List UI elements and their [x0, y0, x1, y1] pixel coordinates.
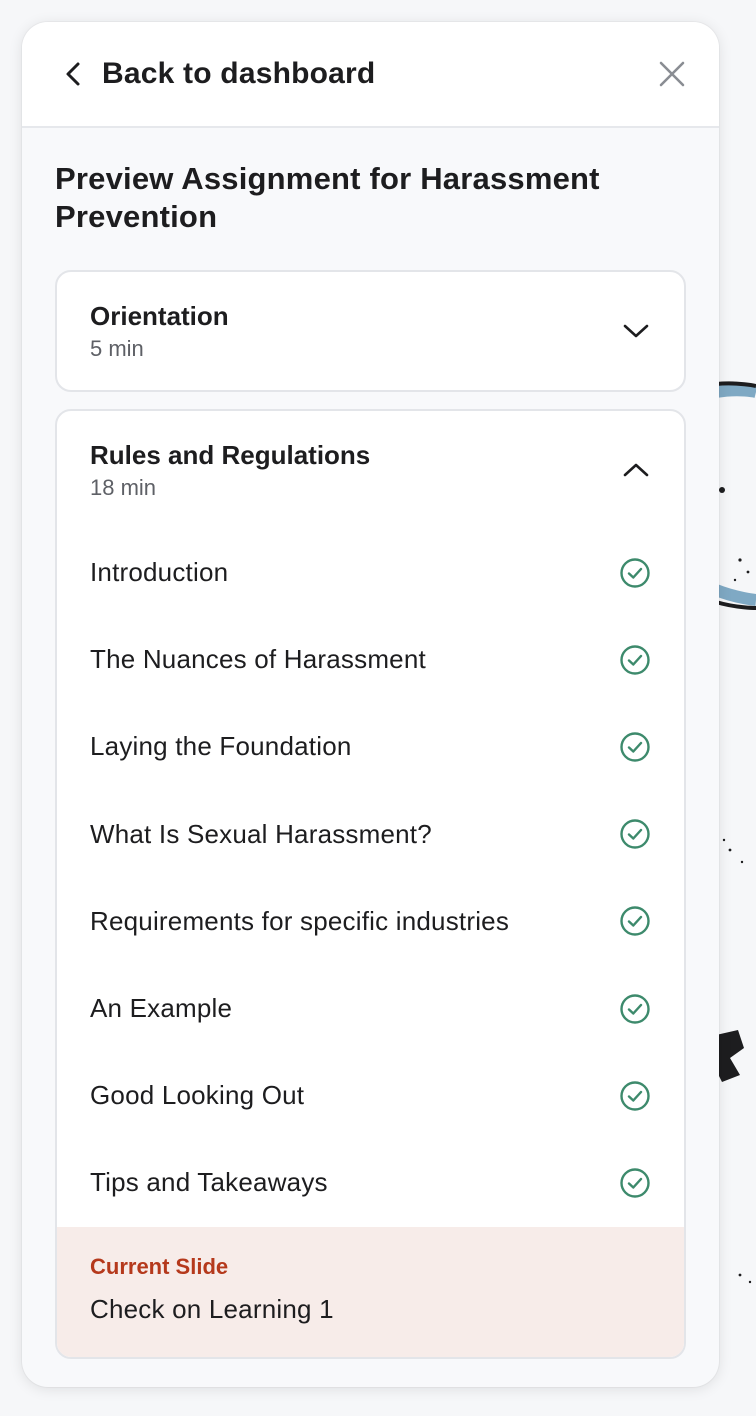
current-slide-label: Current Slide — [90, 1253, 229, 1279]
lesson-item[interactable]: Laying the Foundation — [57, 703, 684, 790]
check-circle-icon — [620, 906, 650, 937]
check-circle-icon — [620, 819, 650, 849]
lesson-title: An Example — [90, 993, 233, 1024]
lesson-item[interactable]: An Example — [57, 965, 684, 1052]
check-circle-icon — [620, 645, 650, 675]
lesson-title: The Nuances of Harassment — [90, 644, 426, 675]
panel-body: Preview Assignment for Harassment Preven… — [22, 128, 719, 1359]
check-circle-icon — [620, 732, 650, 762]
module-title: Orientation — [90, 301, 229, 331]
back-label: Back to dashboard — [102, 57, 376, 90]
close-icon[interactable] — [657, 59, 687, 89]
lesson-title: Good Looking Out — [90, 1080, 305, 1111]
lesson-list: Introduction The Nuances of Harassment L… — [57, 529, 684, 1227]
current-slide-title: Check on Learning 1 — [90, 1293, 334, 1324]
lesson-title: Tips and Takeaways — [90, 1167, 328, 1198]
course-outline-panel: Back to dashboard Preview Assignment for… — [22, 22, 719, 1387]
check-circle-icon — [620, 993, 650, 1024]
module-orientation: Orientation 5 min — [55, 270, 686, 392]
lesson-title: Introduction — [90, 557, 229, 588]
lesson-item[interactable]: Introduction — [57, 529, 684, 616]
module-duration: 5 min — [90, 336, 144, 361]
chevron-down-icon[interactable] — [622, 322, 650, 340]
page-title: Preview Assignment for Harassment Preven… — [55, 161, 600, 234]
lesson-title: Requirements for specific industries — [90, 905, 510, 936]
lesson-title: Laying the Foundation — [90, 731, 352, 762]
lesson-item[interactable]: The Nuances of Harassment — [57, 616, 684, 703]
lesson-title: What Is Sexual Harassment? — [90, 818, 432, 849]
module-title: Rules and Regulations — [90, 440, 371, 470]
lesson-item[interactable]: Tips and Takeaways — [57, 1139, 684, 1226]
module-header-orientation[interactable]: Orientation 5 min — [57, 272, 684, 390]
lesson-item[interactable]: What Is Sexual Harassment? — [57, 791, 684, 878]
back-to-dashboard-link[interactable]: Back to dashboard — [62, 57, 375, 91]
module-rules-and-regulations: Rules and Regulations 18 min Introductio… — [55, 409, 686, 1359]
check-circle-icon — [620, 557, 650, 588]
check-circle-icon — [620, 1081, 650, 1111]
module-duration: 18 min — [90, 475, 157, 500]
lesson-item[interactable]: Good Looking Out — [57, 1052, 684, 1139]
current-slide-item[interactable]: Current Slide Check on Learning 1 — [57, 1226, 684, 1357]
chevron-left-icon — [66, 62, 80, 86]
module-header-rules-and-regulations[interactable]: Rules and Regulations 18 min — [57, 411, 684, 529]
panel-header: Back to dashboard — [22, 22, 719, 128]
check-circle-icon — [620, 1168, 650, 1198]
chevron-up-icon[interactable] — [622, 461, 650, 479]
lesson-item[interactable]: Requirements for specific industries — [57, 878, 684, 965]
